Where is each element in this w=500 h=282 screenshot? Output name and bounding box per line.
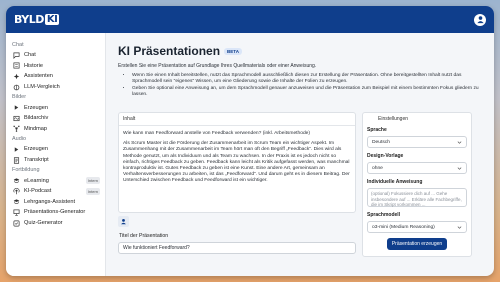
sidebar-item-label: KI-Podcast [24,188,52,195]
content-heading: Wie kann man Feedforward anstelle von Fe… [123,131,311,136]
sidebar-item-transkript[interactable]: Transkript [6,155,105,166]
model-label: Sprachmodell [367,212,401,218]
sidebar-item-label: LLM-Vergleich [24,84,60,91]
content-column: Inhalt Wie kann man Feedforward anstelle… [118,112,356,254]
model-value: o3-mini (Medium Reasoning) [372,224,435,230]
podcast-icon [13,187,20,195]
user-content-button[interactable] [118,216,129,227]
intern-badge: Intern [85,187,100,195]
sidebar-item-label: Erzeugen [24,146,48,153]
info-bullet: Wenn Sie einen Inhalt bereitstellen, nut… [132,73,482,86]
quiz-icon [13,220,20,227]
instruction-label: Individuelle Anweisung [367,179,423,185]
instruction-textarea[interactable]: (optional) Fokussiere dich auf ... Gehe … [367,188,467,207]
sidebar-item-bilder-erzeugen[interactable]: Erzeugen [6,102,105,113]
page-title: KI Präsentationen [118,44,221,58]
intern-badge: Intern [85,177,100,185]
compare-icon [13,84,20,91]
sidebar-item-quiz-generator[interactable]: Quiz-Generator [6,218,105,229]
user-icon [476,16,484,24]
sidebar-item-label: Quiz-Generator [24,220,63,227]
app-logo[interactable]: BYLD KI [14,13,60,26]
chevron-down-icon [457,140,462,144]
sidebar-section-fortbildung: Fortbildung [12,167,40,174]
sidebar-item-label: Historie [24,62,43,69]
content-card: Inhalt Wie kann man Feedforward anstelle… [118,112,356,213]
presentation-icon [13,209,20,216]
settings-column: Einstellungen Sprache Deutsch Design-Vor… [362,112,472,257]
app-window: BYLD KI Chat Chat Historie Assistenten L… [6,6,494,276]
sidebar-section-chat: Chat [12,42,24,48]
sidebar-item-label: Assistenten [24,73,53,80]
chevron-down-icon [457,225,462,229]
design-label: Design-Vorlage [367,153,404,159]
content-body: Als Scrum Master ist die Förderung der Z… [123,141,350,184]
sidebar-item-praesentations-generator[interactable]: Präsentations-Generator [6,207,105,218]
presentation-title-input[interactable]: Wie funktioniert Feedforward? [118,242,356,254]
audio-create-icon [13,146,20,153]
sidebar-section-audio: Audio [12,136,27,143]
content-label: Inhalt [119,113,355,126]
sidebar-item-label: Mindmap [24,125,48,132]
top-bar: BYLD KI [6,6,494,33]
sidebar-item-label: Erzeugen [24,104,48,111]
sidebar-item-ki-podcast[interactable]: KI-Podcast Intern [6,186,105,197]
language-select[interactable]: Deutsch [367,136,467,148]
language-value: Deutsch [372,139,390,145]
sidebar-item-historie[interactable]: Historie [6,61,105,72]
mindmap-icon [13,125,20,133]
sidebar-item-llm-vergleich[interactable]: LLM-Vergleich [6,82,105,93]
person-icon [121,218,126,225]
chevron-down-icon [457,166,462,170]
title-label: Titel der Präsentation [119,233,169,239]
info-list: Wenn Sie einen Inhalt bereitstellen, nut… [118,73,482,98]
sidebar-item-label: eLearning [24,177,49,184]
sidebar-item-label: Bildarchiv [24,115,49,122]
sidebar: Chat Chat Historie Assistenten LLM-Vergl… [6,33,106,276]
logo-ki: KI [44,14,60,25]
sidebar-item-chat[interactable]: Chat [6,50,105,61]
sidebar-item-audio-erzeugen[interactable]: Erzeugen [6,144,105,155]
chat-icon [13,52,20,59]
transcript-icon [13,156,20,164]
create-presentation-button[interactable]: Präsentation erzeugen [386,238,448,250]
history-icon [13,62,20,69]
sidebar-item-label: Präsentations-Generator [24,209,86,216]
info-bullet: Geben Sie optional eine Anweisung an, um… [132,86,482,99]
main-content: KI Präsentationen BETA Erstellen Sie ein… [106,33,494,276]
sidebar-section-bilder: Bilder [12,94,27,101]
sidebar-item-label: Lehrgangs-Assistent [24,198,75,205]
intro-text: Erstellen Sie eine Präsentation auf Grun… [118,63,317,69]
sidebar-item-bildarchiv[interactable]: Bildarchiv [6,113,105,124]
assistant-icon [13,73,20,80]
beta-badge: BETA [224,47,242,55]
settings-header: Einstellungen [378,116,409,122]
image-create-icon [13,104,20,111]
sidebar-item-lehrgangs-assistent[interactable]: Lehrgangs-Assistent [6,197,105,208]
sidebar-item-label: Chat [24,52,36,59]
archive-icon [13,115,20,122]
sidebar-item-assistenten[interactable]: Assistenten [6,71,105,82]
logo-text: BYLD [14,13,44,26]
language-label: Sprache [367,127,387,133]
sidebar-item-elearning[interactable]: eLearning Intern [6,175,105,186]
sidebar-item-label: Transkript [24,157,49,164]
model-select[interactable]: o3-mini (Medium Reasoning) [367,221,467,233]
elearning-icon [13,177,20,184]
course-icon [13,198,20,205]
sidebar-item-mindmap[interactable]: Mindmap [6,124,105,135]
design-value: ohne [372,165,383,171]
design-select[interactable]: ohne [367,162,467,174]
user-avatar-button[interactable] [474,13,486,26]
settings-card: Einstellungen Sprache Deutsch Design-Vor… [362,112,472,257]
content-textarea[interactable]: Wie kann man Feedforward anstelle von Fe… [119,126,355,212]
